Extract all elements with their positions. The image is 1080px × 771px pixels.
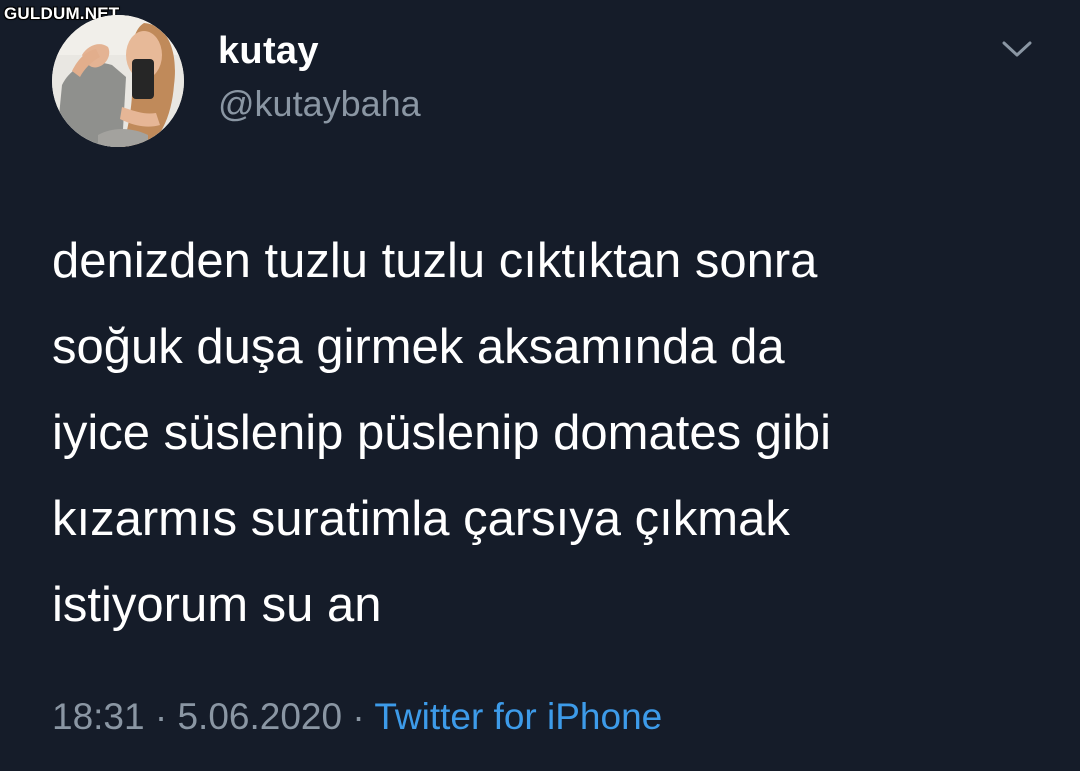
- meta-separator: ·: [342, 696, 375, 737]
- tweet-line: istiyorum su an: [52, 578, 382, 632]
- avatar[interactable]: [52, 15, 184, 147]
- display-name[interactable]: kutay: [218, 30, 319, 73]
- tweet-source-link[interactable]: Twitter for iPhone: [374, 696, 662, 737]
- tweet-time[interactable]: 18:31: [52, 696, 145, 737]
- tweet-line: iyice süslenip püslenip domates gibi: [52, 406, 831, 460]
- tweet-line: kızarmıs suratimla çarsıya çıkmak: [52, 492, 790, 546]
- user-handle[interactable]: @kutaybaha: [218, 83, 421, 125]
- tweet-line: soğuk duşa girmek aksamında da: [52, 320, 785, 374]
- tweet-metadata: 18:31 · 5.06.2020 · Twitter for iPhone: [52, 696, 662, 738]
- tweet-text: denizden tuzlu tuzlu cıktıktan sonra soğ…: [52, 218, 1052, 648]
- profile-photo-icon: [52, 15, 184, 147]
- chevron-down-icon[interactable]: [1000, 36, 1034, 62]
- meta-separator: ·: [144, 696, 178, 737]
- tweet-line: denizden tuzlu tuzlu cıktıktan sonra: [52, 234, 818, 288]
- tweet-date[interactable]: 5.06.2020: [177, 696, 342, 737]
